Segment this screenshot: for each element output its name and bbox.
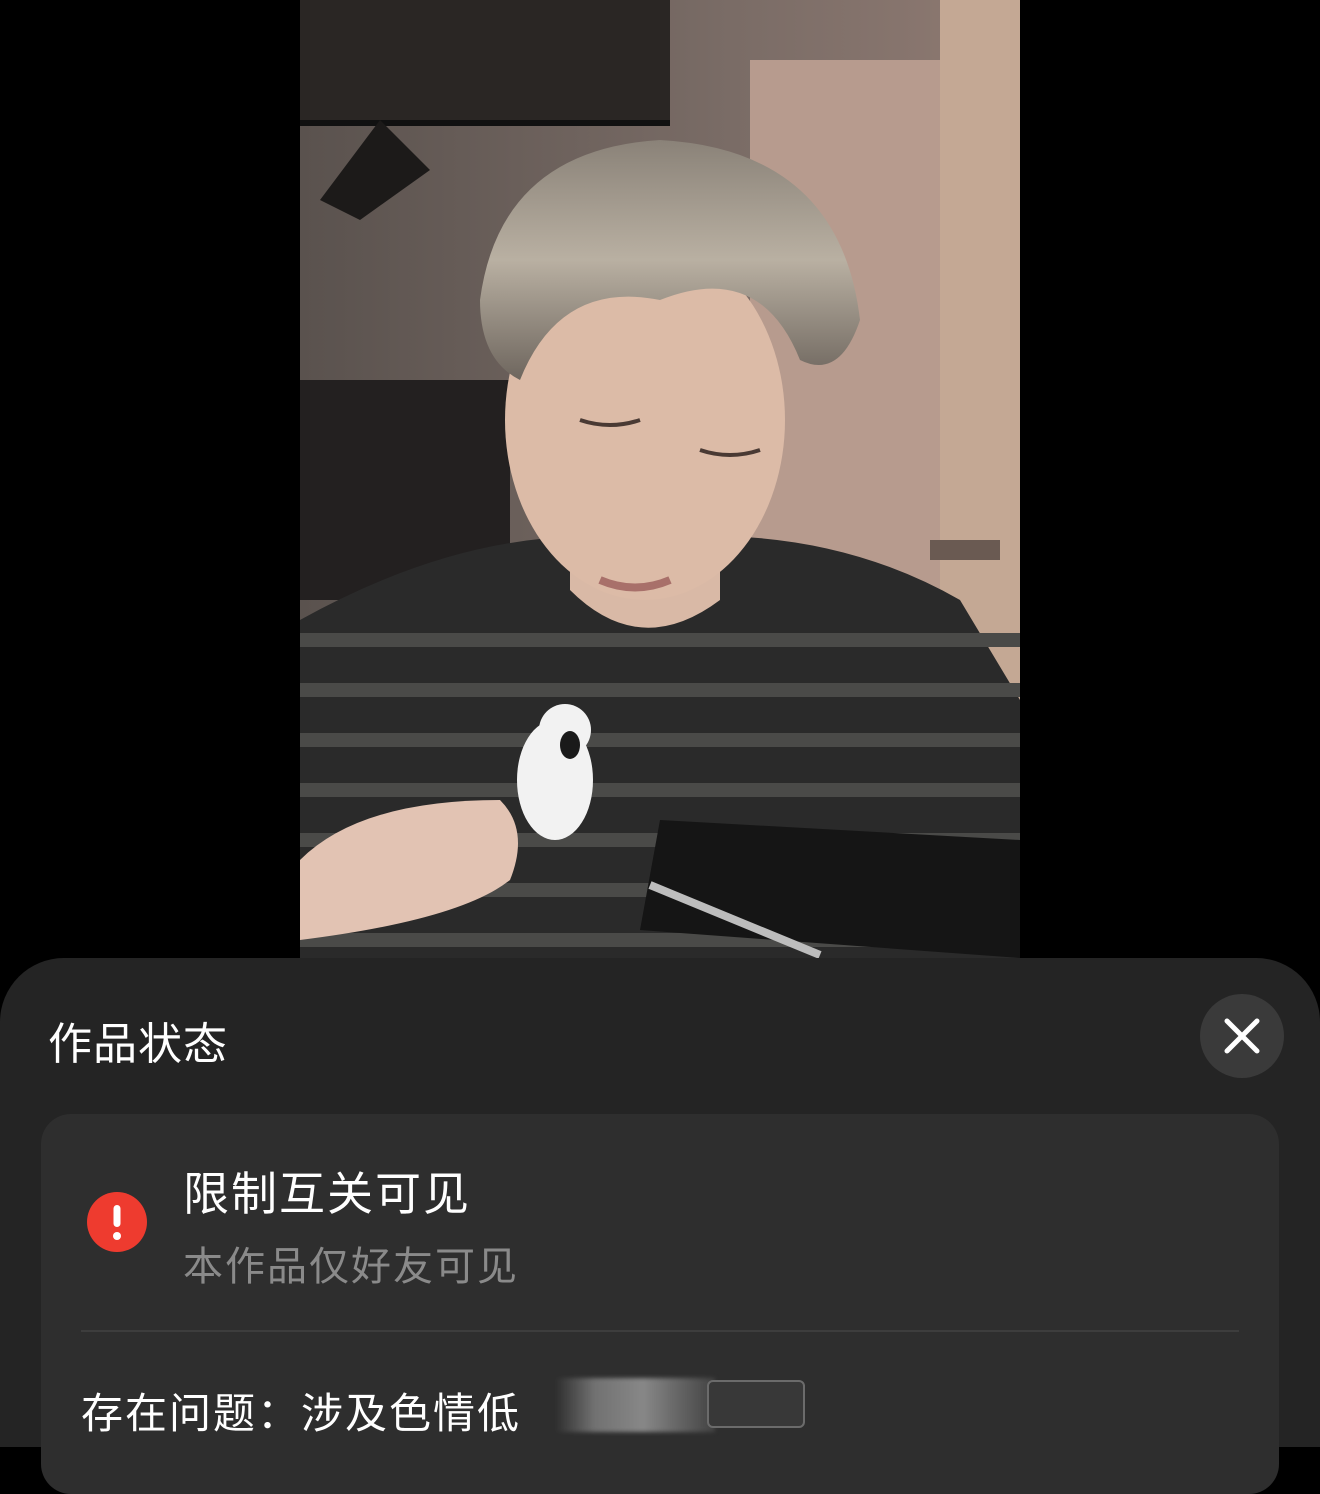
redacted-box — [707, 1380, 805, 1428]
status-sheet: 作品状态 限制互关可见 本作品仅好友可见 存在问题：涉及色情低 — [0, 958, 1320, 1494]
divider — [81, 1330, 1239, 1332]
status-title: 限制互关可见 — [183, 1167, 471, 1221]
issue-row: 存在问题：涉及色情低 — [81, 1380, 521, 1441]
status-description: 本作品仅好友可见 — [183, 1244, 519, 1290]
close-icon — [1224, 1018, 1260, 1054]
video-frame[interactable] — [300, 0, 1020, 958]
video-player[interactable] — [0, 0, 1320, 960]
issue-label: 存在问题： — [81, 1389, 302, 1438]
video-thumbnail — [300, 0, 1020, 958]
warning-icon — [87, 1192, 147, 1252]
close-button[interactable] — [1200, 994, 1284, 1078]
issue-text: 涉及色情低 — [301, 1389, 522, 1438]
sheet-title: 作品状态 — [48, 1019, 228, 1070]
status-card: 限制互关可见 本作品仅好友可见 存在问题：涉及色情低 — [41, 1114, 1279, 1494]
redacted-text — [555, 1378, 715, 1432]
